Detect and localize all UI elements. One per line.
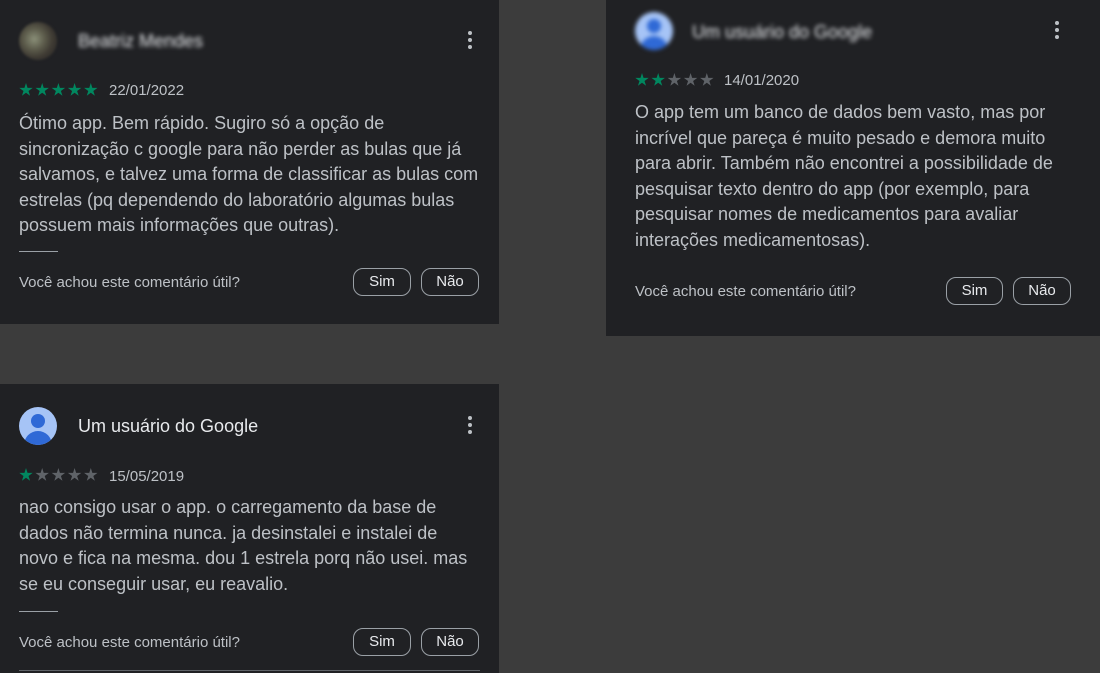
divider xyxy=(19,251,58,252)
card-divider xyxy=(19,670,480,671)
star-empty-icon xyxy=(67,468,82,481)
star-filled-icon xyxy=(51,83,66,96)
star-filled-icon xyxy=(651,73,665,86)
divider xyxy=(19,611,58,612)
star-empty-icon xyxy=(683,73,698,86)
reviewer-name: Um usuário do Google xyxy=(692,22,873,42)
more-options-icon[interactable] xyxy=(463,416,475,436)
star-filled-icon xyxy=(84,83,98,96)
helpful-yes-button[interactable]: Sim xyxy=(946,277,1003,305)
google-user-avatar-icon xyxy=(19,407,57,445)
star-empty-icon xyxy=(667,73,682,86)
review-card: Um usuário do Google 15/05/2019 nao cons… xyxy=(0,384,499,673)
star-filled-icon xyxy=(35,83,49,96)
more-options-icon[interactable] xyxy=(463,31,475,51)
helpful-no-button[interactable]: Não xyxy=(421,628,479,656)
review-date: 15/05/2019 xyxy=(109,468,185,485)
star-empty-icon xyxy=(700,73,714,86)
google-user-avatar-icon xyxy=(635,12,673,50)
star-empty-icon xyxy=(84,468,98,481)
star-filled-icon xyxy=(19,83,33,96)
review-date: 14/01/2020 xyxy=(724,72,800,89)
star-filled-icon xyxy=(67,83,82,96)
helpful-prompt: Você achou este comentário útil? xyxy=(635,283,856,300)
helpful-no-button[interactable]: Não xyxy=(421,268,479,296)
review-text: Ótimo app. Bem rápido. Sugiro só a opção… xyxy=(19,113,479,235)
more-options-icon[interactable] xyxy=(1050,21,1062,41)
review-date: 22/01/2022 xyxy=(109,82,185,99)
review-card: Beatriz Mendes 22/01/2022 Ótimo app. Bem… xyxy=(0,0,499,324)
helpful-yes-button[interactable]: Sim xyxy=(353,628,411,656)
reviewer-name: Beatriz Mendes xyxy=(78,31,204,51)
helpful-no-button[interactable]: Não xyxy=(1013,277,1071,305)
review-text: nao consigo usar o app. o carregamento d… xyxy=(19,497,468,594)
helpful-prompt: Você achou este comentário útil? xyxy=(19,274,240,291)
star-filled-icon xyxy=(635,73,649,86)
review-text: O app tem um banco de dados bem vasto, m… xyxy=(635,102,1053,250)
star-filled-icon xyxy=(19,468,33,481)
review-card: Um usuário do Google 14/01/2020 O app te… xyxy=(606,0,1100,336)
star-empty-icon xyxy=(51,468,66,481)
helpful-prompt: Você achou este comentário útil? xyxy=(19,634,240,651)
helpful-yes-button[interactable]: Sim xyxy=(353,268,411,296)
reviewer-name: Um usuário do Google xyxy=(78,416,259,436)
user-avatar-icon xyxy=(19,22,57,60)
star-empty-icon xyxy=(35,468,49,481)
